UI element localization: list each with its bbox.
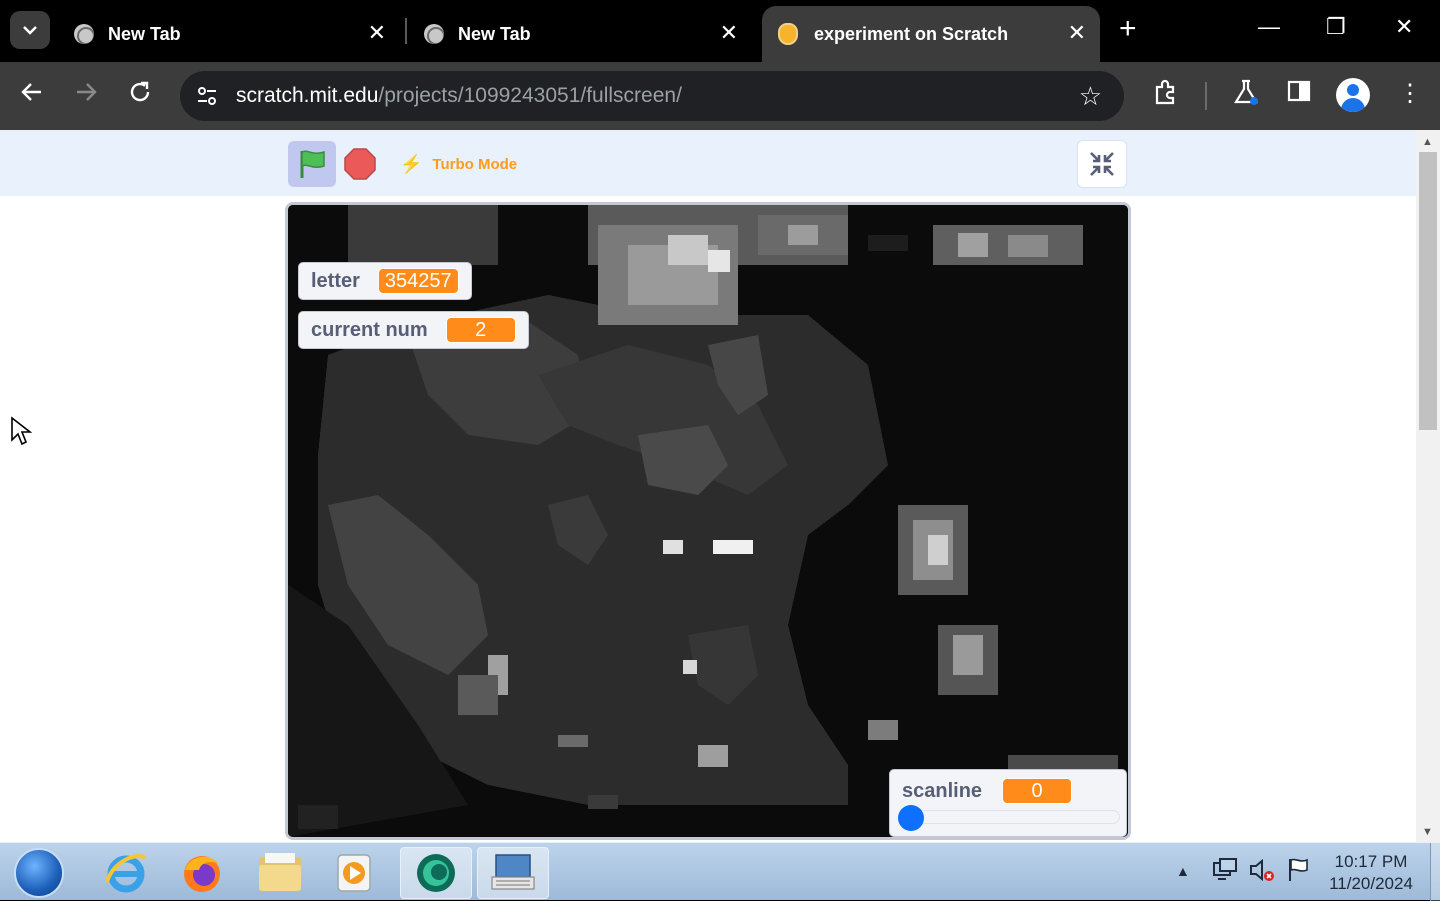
address-bar[interactable]: scratch.mit.edu/projects/1099243051/full… <box>180 71 1124 121</box>
windows-taskbar: ▲ 10:17 PM 11/20/2024 <box>0 842 1440 901</box>
close-icon[interactable]: ✕ <box>1068 20 1086 46</box>
windows-start-icon[interactable] <box>14 848 64 898</box>
monitor-value: 354257 <box>377 268 459 294</box>
tab-search-button[interactable] <box>10 11 50 49</box>
keyboard-app-icon[interactable] <box>477 847 549 899</box>
side-panel-icon[interactable] <box>1286 78 1312 111</box>
show-desktop-button[interactable] <box>1430 843 1440 901</box>
tab-new-tab-2[interactable]: New Tab ✕ <box>412 6 752 62</box>
monitor-value: 0 <box>1002 778 1073 804</box>
restore-button[interactable]: ❐ <box>1326 14 1346 40</box>
browser-toolbar: scratch.mit.edu/projects/1099243051/full… <box>0 62 1440 130</box>
globe-icon <box>424 24 444 44</box>
labs-flask-icon[interactable] <box>1232 78 1260 113</box>
tab-title: experiment on Scratch <box>814 23 1009 44</box>
scanline-slider[interactable] <box>898 805 1120 831</box>
media-player-icon[interactable] <box>318 847 390 899</box>
firefox-icon[interactable] <box>166 847 238 899</box>
turbo-mode-indicator: ⚡ Turbo Mode <box>400 154 517 175</box>
scroll-up-arrow-icon[interactable]: ▲ <box>1422 136 1433 148</box>
stop-button[interactable] <box>344 148 376 180</box>
monitor-label: scanline <box>902 779 983 802</box>
stop-sign-icon <box>344 148 376 180</box>
close-icon[interactable]: ✕ <box>368 20 386 46</box>
lightning-icon: ⚡ <box>400 154 423 174</box>
page-scrollbar[interactable]: ▲ ▼ <box>1416 130 1440 842</box>
reload-button[interactable] <box>128 80 152 110</box>
tab-title: New Tab <box>458 23 531 44</box>
scroll-down-arrow-icon[interactable]: ▼ <box>1422 826 1433 838</box>
monitor-label: current num <box>311 318 428 341</box>
chevron-down-icon <box>23 26 37 35</box>
clock-time: 10:17 PM <box>1334 852 1408 871</box>
new-tab-button[interactable]: + <box>1119 14 1137 44</box>
scratch-cat-icon <box>778 23 798 45</box>
monitor-label: letter <box>311 269 360 292</box>
url-path: /projects/1099243051/fullscreen/ <box>378 84 682 107</box>
arrow-right-icon <box>77 83 97 101</box>
tab-separator <box>405 18 407 44</box>
arrow-left-icon <box>21 83 41 101</box>
minimize-button[interactable]: — <box>1258 14 1280 40</box>
scrollbar-thumb[interactable] <box>1419 152 1437 430</box>
site-info-icon[interactable] <box>194 83 220 109</box>
turbo-mode-label: Turbo Mode <box>432 156 518 173</box>
project-stage[interactable]: letter 354257 current num 2 scanline 0 <box>285 202 1131 840</box>
green-flag-button[interactable] <box>288 141 336 187</box>
stage-header: ⚡ Turbo Mode <box>0 130 1416 196</box>
url-host: scratch.mit.edu <box>236 84 379 107</box>
url-text[interactable]: scratch.mit.edu/projects/1099243051/full… <box>236 84 682 108</box>
back-button[interactable] <box>20 80 44 110</box>
reload-icon <box>130 81 150 102</box>
globe-icon <box>74 24 94 44</box>
tab-strip: New Tab ✕ New Tab ✕ experiment on Scratc… <box>0 0 1440 62</box>
tab-new-tab-1[interactable]: New Tab ✕ <box>62 6 400 62</box>
close-icon[interactable]: ✕ <box>720 20 738 46</box>
green-flag-icon <box>300 150 325 178</box>
tab-title: New Tab <box>108 23 181 44</box>
monitor-scanline[interactable]: scanline 0 <box>889 769 1127 837</box>
close-window-button[interactable]: ✕ <box>1395 14 1413 40</box>
forward-button[interactable] <box>74 80 98 110</box>
avatar-body <box>1341 98 1365 112</box>
clock-date: 11/20/2024 <box>1329 874 1413 893</box>
page-content: ⚡ Turbo Mode letter 354257 current num 2… <box>0 130 1440 842</box>
volume-muted-icon[interactable] <box>1248 857 1276 889</box>
toolbar-divider <box>1205 82 1207 110</box>
menu-kebab-icon[interactable]: ⋮ <box>1398 78 1422 110</box>
tab-experiment-on-scratch[interactable]: experiment on Scratch ✕ <box>762 6 1100 62</box>
mouse-pointer-icon <box>10 416 33 451</box>
exit-fullscreen-button[interactable] <box>1077 140 1127 188</box>
bookmark-star-icon[interactable]: ☆ <box>1079 81 1102 112</box>
exit-fullscreen-icon <box>1090 152 1114 176</box>
network-icon[interactable] <box>1212 857 1238 889</box>
file-explorer-icon[interactable] <box>244 847 316 899</box>
slider-knob[interactable] <box>898 805 924 831</box>
internet-explorer-icon[interactable] <box>90 847 162 899</box>
show-hidden-icons-icon[interactable]: ▲ <box>1176 863 1190 879</box>
monitor-letter[interactable]: letter 354257 <box>298 262 472 300</box>
profile-avatar[interactable] <box>1336 78 1370 112</box>
extensions-icon[interactable] <box>1152 78 1180 113</box>
system-clock[interactable]: 10:17 PM 11/20/2024 <box>1316 851 1426 895</box>
avatar-head <box>1347 84 1359 96</box>
action-center-flag-icon[interactable] <box>1286 857 1310 889</box>
monitor-current-num[interactable]: current num 2 <box>298 311 529 349</box>
monitor-value: 2 <box>445 317 516 343</box>
browser-app-icon[interactable] <box>400 847 472 899</box>
